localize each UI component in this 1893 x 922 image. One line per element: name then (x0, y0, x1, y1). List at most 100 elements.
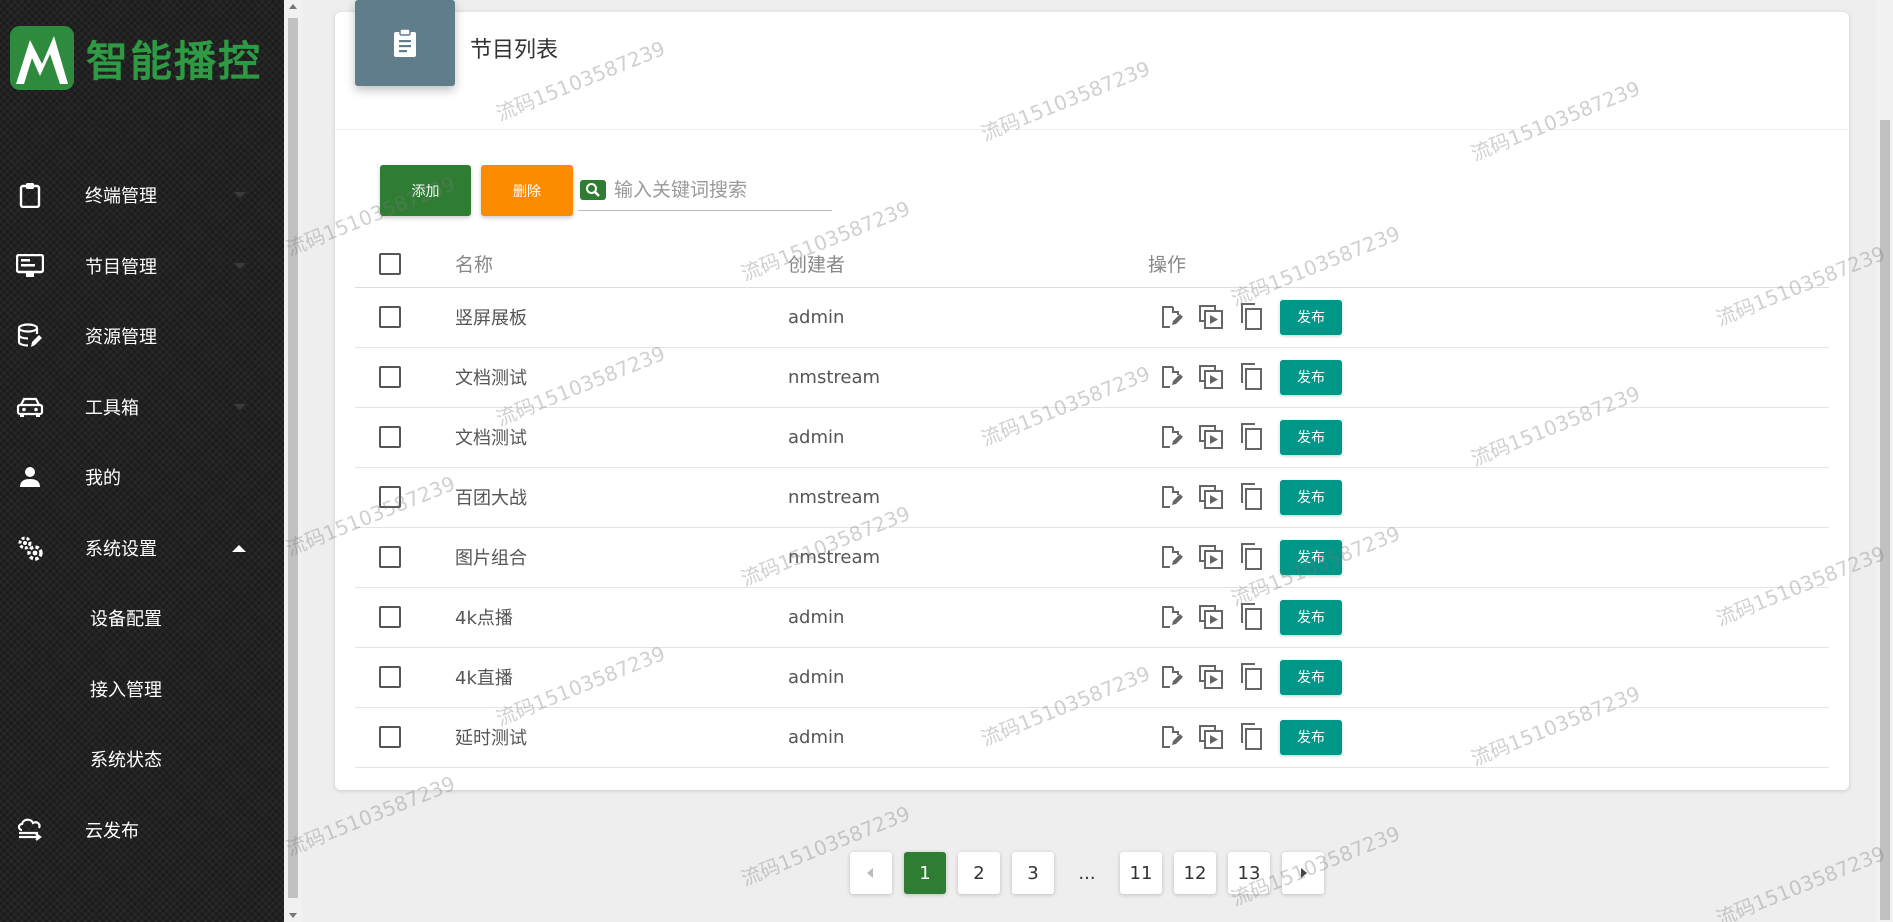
preview-icon[interactable] (1196, 542, 1226, 572)
sidebar-item-label: 节目管理 (85, 256, 157, 278)
row-creator: nmstream (788, 467, 1148, 528)
sidebar-item-label: 我的 (85, 468, 121, 490)
cloud-upload-icon (15, 815, 45, 845)
sidebar-item-cloud-publish[interactable]: 云发布 (0, 795, 284, 866)
table-row: 延时测试 admin 发布 (355, 707, 1829, 768)
pagination: 1 2 3 ... 11 12 13 (850, 852, 1336, 894)
row-checkbox[interactable] (379, 606, 401, 628)
page-scrollbar[interactable] (1876, 0, 1893, 922)
select-all-checkbox[interactable] (379, 252, 401, 275)
publish-button[interactable]: 发布 (1280, 419, 1342, 455)
publish-button[interactable]: 发布 (1280, 299, 1342, 335)
sidebar-item-label: 工具箱 (85, 397, 139, 419)
sidebar-subitem-system-status[interactable]: 系统状态 (0, 724, 284, 795)
preview-icon[interactable] (1196, 602, 1226, 632)
edit-icon[interactable] (1156, 542, 1186, 572)
sidebar-subitem-device-config[interactable]: 设备配置 (0, 583, 284, 654)
row-checkbox[interactable] (379, 426, 401, 448)
copy-icon[interactable] (1236, 542, 1266, 572)
preview-icon[interactable] (1196, 422, 1226, 452)
pagination-ellipsis: ... (1078, 862, 1096, 884)
prev-page-button[interactable] (850, 852, 892, 894)
sidebar-item-programs[interactable]: 节目管理 (0, 231, 284, 302)
publish-button[interactable]: 发布 (1280, 479, 1342, 515)
sidebar-item-settings[interactable]: 系统设置 (0, 513, 284, 584)
program-table: 名称 创建者 操作 竖屏展板 admin 发布 文档测试 nmstream 发布 文档测试 a… (355, 240, 1829, 768)
publish-button[interactable]: 发布 (1280, 719, 1342, 755)
preview-icon[interactable] (1196, 662, 1226, 692)
edit-icon[interactable] (1156, 362, 1186, 392)
scrollbar-thumb[interactable] (1880, 120, 1890, 920)
row-creator: nmstream (788, 347, 1148, 408)
copy-icon[interactable] (1236, 482, 1266, 512)
sidebar: 智能播控 终端管理 节目管理 资源管理 工具箱 我的 系统设置 设备配置 接入管… (0, 0, 284, 922)
sidebar-item-mine[interactable]: 我的 (0, 442, 284, 513)
row-creator: admin (788, 407, 1148, 468)
row-checkbox[interactable] (379, 306, 401, 328)
preview-icon[interactable] (1196, 362, 1226, 392)
edit-icon[interactable] (1156, 482, 1186, 512)
edit-icon[interactable] (1156, 602, 1186, 632)
database-edit-icon (15, 321, 45, 351)
publish-button[interactable]: 发布 (1280, 359, 1342, 395)
sidebar-scrollbar[interactable] (284, 0, 302, 922)
row-actions: 发布 (1148, 659, 1829, 695)
search-box (578, 171, 832, 211)
page-button-2[interactable]: 2 (958, 852, 1000, 894)
publish-button[interactable]: 发布 (1280, 599, 1342, 635)
sidebar-item-toolbox[interactable]: 工具箱 (0, 372, 284, 443)
page-button-3[interactable]: 3 (1012, 852, 1054, 894)
sidebar-item-resources[interactable]: 资源管理 (0, 301, 284, 372)
sidebar-subitem-access-management[interactable]: 接入管理 (0, 654, 284, 725)
row-name: 文档测试 (455, 347, 788, 408)
row-checkbox[interactable] (379, 726, 401, 748)
row-checkbox[interactable] (379, 486, 401, 508)
preview-icon[interactable] (1196, 722, 1226, 752)
copy-icon[interactable] (1236, 422, 1266, 452)
copy-icon[interactable] (1236, 362, 1266, 392)
edit-icon[interactable] (1156, 722, 1186, 752)
row-creator: admin (788, 587, 1148, 648)
scroll-up-icon[interactable] (289, 4, 297, 9)
row-checkbox[interactable] (379, 366, 401, 388)
page-button-1[interactable]: 1 (904, 852, 946, 894)
chevron-down-icon (234, 262, 246, 269)
row-checkbox[interactable] (379, 666, 401, 688)
logo-text: 智能播控 (86, 36, 263, 86)
copy-icon[interactable] (1236, 662, 1266, 692)
clipboard-icon (15, 180, 45, 210)
search-input[interactable] (614, 179, 824, 201)
sidebar-item-label: 云发布 (85, 820, 139, 842)
chevron-up-icon (232, 544, 246, 552)
copy-icon[interactable] (1236, 302, 1266, 332)
edit-icon[interactable] (1156, 422, 1186, 452)
program-list-card: 节目列表 添加 删除 名称 创建者 操作 竖屏展板admin发布文档测试nmst… (335, 0, 1849, 790)
preview-icon[interactable] (1196, 482, 1226, 512)
table-row: 4k点播 admin 发布 (355, 587, 1829, 648)
copy-icon[interactable] (1236, 722, 1266, 752)
table-body: 竖屏展板 admin 发布 文档测试 nmstream 发布 文档测试 admin 发布 百团大战… (355, 287, 1829, 768)
publish-button[interactable]: 发布 (1280, 539, 1342, 575)
clipboard-list-icon (355, 0, 455, 86)
preview-icon[interactable] (1196, 302, 1226, 332)
publish-button[interactable]: 发布 (1280, 659, 1342, 695)
column-header-ops: 操作 (1148, 240, 1829, 288)
page-button-11[interactable]: 11 (1120, 852, 1162, 894)
add-button[interactable]: 添加 (380, 165, 471, 216)
page-button-13[interactable]: 13 (1228, 852, 1270, 894)
row-actions: 发布 (1148, 479, 1829, 515)
edit-icon[interactable] (1156, 302, 1186, 332)
edit-icon[interactable] (1156, 662, 1186, 692)
row-checkbox[interactable] (379, 546, 401, 568)
table-row: 文档测试 admin 发布 (355, 407, 1829, 468)
sidebar-item-terminal[interactable]: 终端管理 (0, 160, 284, 231)
delete-button[interactable]: 删除 (481, 165, 573, 216)
copy-icon[interactable] (1236, 602, 1266, 632)
page-button-12[interactable]: 12 (1174, 852, 1216, 894)
scrollbar-thumb[interactable] (288, 18, 298, 898)
toolbar: 添加 删除 (380, 165, 832, 216)
row-name: 4k直播 (455, 647, 788, 708)
scroll-down-icon[interactable] (289, 913, 297, 918)
next-page-button[interactable] (1282, 852, 1324, 894)
table-row: 竖屏展板 admin 发布 (355, 287, 1829, 348)
